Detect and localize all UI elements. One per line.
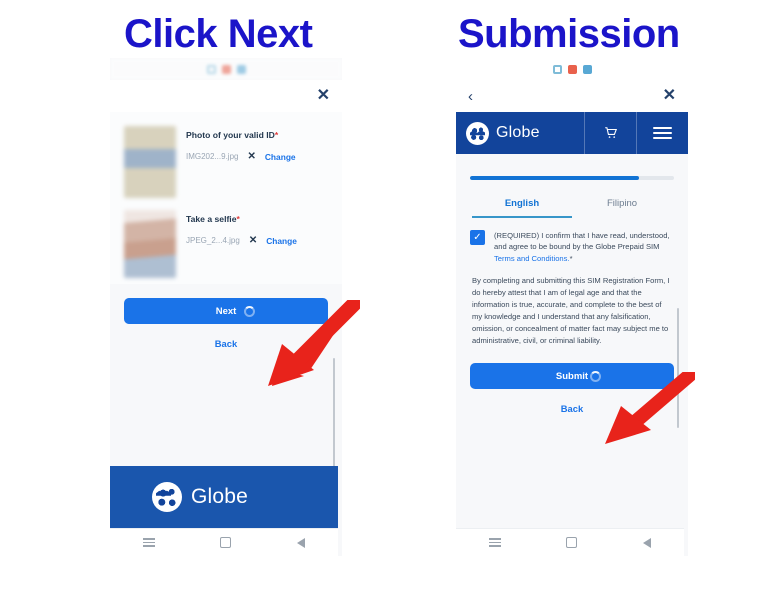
left-phone-screen: ✕ Photo of your valid ID* IMG202...9.jpg… [110,58,342,556]
valid-id-file-name: IMG202...9.jpg [186,152,239,161]
left-back-link[interactable]: Back [110,324,342,349]
right-scroll-indicator[interactable] [677,308,679,428]
progress-wrap [456,154,688,180]
cart-button[interactable] [584,112,636,154]
close-icon[interactable]: ✕ [317,88,330,104]
back-chevron-icon[interactable]: ‹ [468,89,473,104]
left-android-nav-bar [110,528,338,556]
selfie-label: Take a selfie* [186,214,297,224]
valid-id-thumbnail[interactable] [124,126,176,198]
valid-id-required-mark: * [274,130,279,140]
language-tabs: English Filipino [456,180,688,218]
menu-button[interactable] [636,112,688,154]
next-button-label: Next [215,305,237,317]
globe-brand[interactable]: Globe [456,121,584,145]
valid-id-label: Photo of your valid ID* [186,130,296,140]
left-scroll-indicator[interactable] [333,358,335,470]
recents-icon[interactable] [488,536,501,550]
right-panel-title: Submission [458,12,680,56]
consent-checkbox[interactable]: ✓ [470,230,485,245]
upload-row-valid-id: Photo of your valid ID* IMG202...9.jpg ✕… [110,120,342,204]
valid-id-label-text: Photo of your valid ID [186,130,275,140]
browser-chip-1-icon [206,64,216,74]
browser-chip-3-icon [582,64,592,74]
right-back-link[interactable]: Back [456,389,688,414]
submit-button[interactable]: Submit [470,363,674,390]
home-icon[interactable] [566,537,578,548]
upload-row-selfie: Take a selfie* JPEG_2...4.jpg ✕ Change [110,204,342,284]
hamburger-menu-icon [653,124,672,142]
left-panel-title: Click Next [124,12,313,56]
globe-app-header: Globe [456,112,688,154]
right-browser-chip-bar [456,58,688,80]
submit-button-spinner-icon [590,370,601,382]
submit-button-label: Submit [555,370,589,382]
right-phone-screen: ‹ ✕ Globe English Filipino ✓ (REQUIRED) … [456,58,688,556]
browser-chip-3-icon [236,64,246,74]
recents-icon[interactable] [142,536,155,550]
screenshot-canvas: Click Next Submission ✕ Photo of your va… [0,0,768,614]
footer-brand-label: Globe [191,485,249,508]
next-button-spinner-icon [244,305,255,317]
browser-chip-1-icon [552,64,562,74]
selfie-thumbnail[interactable] [124,210,176,278]
check-mark-icon: ✓ [473,231,482,243]
back-icon[interactable] [297,537,306,548]
selfie-change-button[interactable]: Change [266,236,297,246]
tab-english[interactable]: English [472,198,572,218]
consent-required-mark: * [569,253,573,263]
selfie-required-mark: * [236,214,240,224]
consent-row: ✓ (REQUIRED) I confirm that I have read,… [456,218,688,264]
selfie-label-text: Take a selfie [186,214,237,224]
right-phone-screenshot: ‹ ✕ Globe English Filipino ✓ (REQUIRED) … [456,58,688,556]
left-top-nav: ✕ [110,80,342,112]
terms-and-conditions-link[interactable]: Terms and Conditions. [494,254,570,263]
left-phone-screenshot: ✕ Photo of your valid ID* IMG202...9.jpg… [110,58,342,556]
close-icon[interactable]: ✕ [663,88,676,104]
selfie-file-name: JPEG_2...4.jpg [186,236,240,245]
consent-text-before: (REQUIRED) I confirm that I have read, u… [494,231,670,252]
left-browser-chip-bar [110,58,342,80]
browser-chip-2-icon [221,64,231,74]
selfie-meta: Take a selfie* JPEG_2...4.jpg ✕ Change [186,210,297,246]
valid-id-file-row: IMG202...9.jpg ✕ Change [186,151,296,162]
legal-attestation-paragraph: By completing and submitting this SIM Re… [472,276,670,346]
globe-brand-label: Globe [496,124,540,141]
selfie-file-row: JPEG_2...4.jpg ✕ Change [186,235,297,246]
home-icon[interactable] [220,537,232,548]
globe-logo-icon [466,121,489,145]
tab-filipino[interactable]: Filipino [572,198,672,218]
right-android-nav-bar [456,528,684,556]
next-button[interactable]: Next [124,298,328,324]
selfie-remove-icon[interactable]: ✕ [249,235,257,246]
valid-id-meta: Photo of your valid ID* IMG202...9.jpg ✕… [186,126,296,162]
upload-section: Photo of your valid ID* IMG202...9.jpg ✕… [110,112,342,284]
globe-logo-icon [152,482,182,512]
valid-id-change-button[interactable]: Change [265,152,296,162]
right-top-nav: ‹ ✕ [456,80,688,112]
left-footer-brand-band: Globe [110,466,338,528]
consent-text: (REQUIRED) I confirm that I have read, u… [494,230,672,264]
browser-chip-2-icon [567,64,577,74]
valid-id-remove-icon[interactable]: ✕ [247,151,255,162]
cart-icon [604,127,617,138]
left-cta-wrap: Next [110,284,342,324]
back-icon[interactable] [643,537,652,548]
right-cta-wrap: Submit [456,347,688,390]
